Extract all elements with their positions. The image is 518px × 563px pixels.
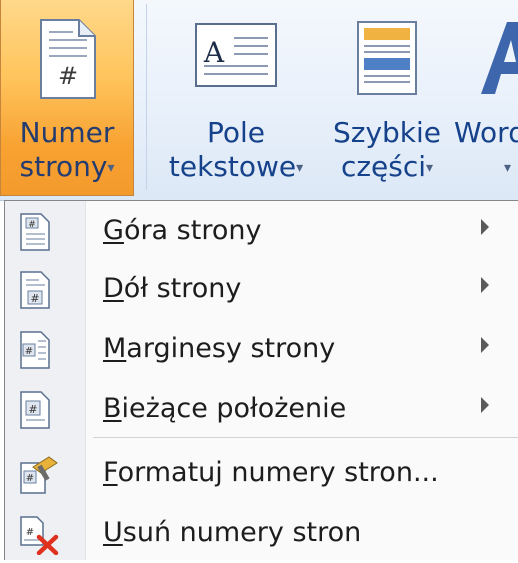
svg-text:#: # bbox=[26, 473, 34, 484]
svg-text:#: # bbox=[30, 292, 39, 305]
page-bottom-number-icon: # bbox=[19, 271, 51, 313]
submenu-arrow-icon bbox=[481, 337, 489, 353]
menu-separator bbox=[93, 437, 518, 438]
page-margin-number-icon: # bbox=[19, 331, 51, 373]
wordart-button[interactable]: Word ▾ bbox=[448, 0, 518, 196]
submenu-arrow-icon bbox=[481, 277, 489, 293]
page-number-button[interactable]: # Numer strony▾ bbox=[0, 0, 134, 196]
page-number-icon: # bbox=[35, 18, 99, 104]
quick-parts-icon bbox=[356, 20, 418, 100]
quick-parts-label-2: części▾ bbox=[340, 150, 434, 183]
textbox-label-1: Pole bbox=[206, 116, 266, 149]
dropdown-arrow-icon: ▾ bbox=[296, 160, 304, 176]
page-number-menu: # Góra strony # Dół strony # Marginesy s… bbox=[4, 200, 518, 560]
menu-item-top-of-page[interactable]: # Góra strony bbox=[5, 201, 518, 261]
svg-text:#: # bbox=[58, 62, 78, 90]
current-position-number-icon: # bbox=[19, 391, 51, 433]
wordart-label-1: Word bbox=[454, 116, 518, 149]
textbox-button[interactable]: A Pole tekstowe▾ bbox=[152, 0, 320, 196]
dropdown-arrow-icon: ▾ bbox=[107, 160, 115, 176]
menu-item-label: Dół strony bbox=[103, 273, 242, 304]
menu-item-remove-page-numbers[interactable]: # Usuń numery stron bbox=[5, 503, 518, 563]
quick-parts-button[interactable]: Szybkie części▾ bbox=[320, 0, 454, 196]
svg-text:A: A bbox=[203, 36, 225, 69]
svg-text:#: # bbox=[26, 527, 34, 538]
menu-item-format-page-numbers[interactable]: # Formatuj numery stron... bbox=[5, 443, 518, 503]
format-page-numbers-icon: # bbox=[19, 455, 59, 499]
page-number-label-2: strony▾ bbox=[19, 150, 115, 183]
wordart-icon bbox=[471, 16, 518, 102]
menu-item-label: Formatuj numery stron... bbox=[103, 457, 439, 488]
svg-text:#: # bbox=[28, 220, 36, 230]
menu-item-current-position[interactable]: # Bieżące położenie bbox=[5, 379, 518, 439]
wordart-label-2: ▾ bbox=[504, 150, 518, 185]
dropdown-arrow-icon: ▾ bbox=[504, 160, 512, 176]
submenu-arrow-icon bbox=[481, 219, 489, 235]
menu-item-label: Marginesy strony bbox=[103, 333, 336, 364]
menu-item-bottom-of-page[interactable]: # Dół strony bbox=[5, 259, 518, 319]
menu-item-label: Usuń numery stron bbox=[103, 517, 362, 548]
textbox-icon: A bbox=[194, 22, 278, 92]
ribbon-group: # Numer strony▾ A Pole tekstowe▾ Szybkie… bbox=[0, 0, 518, 201]
menu-item-label: Góra strony bbox=[103, 215, 262, 246]
svg-text:#: # bbox=[28, 403, 37, 416]
remove-page-numbers-icon: # bbox=[19, 515, 59, 559]
textbox-label-2: tekstowe▾ bbox=[168, 150, 304, 183]
menu-item-page-margins[interactable]: # Marginesy strony bbox=[5, 319, 518, 379]
page-number-label-1: Numer bbox=[19, 116, 115, 149]
menu-item-label: Bieżące położenie bbox=[103, 393, 347, 424]
svg-text:#: # bbox=[25, 346, 33, 357]
dropdown-arrow-icon: ▾ bbox=[426, 160, 434, 176]
page-top-number-icon: # bbox=[19, 213, 51, 255]
quick-parts-label-1: Szybkie bbox=[332, 116, 442, 149]
submenu-arrow-icon bbox=[481, 397, 489, 413]
ribbon-separator bbox=[146, 4, 147, 190]
